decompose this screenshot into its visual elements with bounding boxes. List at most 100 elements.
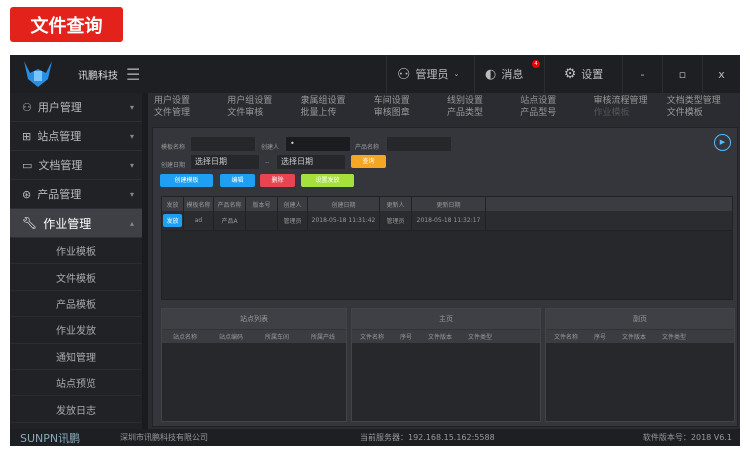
query-button[interactable]: 查询 <box>351 155 386 168</box>
chevron-down-icon: ⌄ <box>453 70 460 78</box>
app-window: 讯鹏科技 ☰ ⚇ 管理员 ⌄ ◐ 消息 4 ⚙ 设置 - ▫ x ⚇ 用户管理 ▾ ⊞ 站点管理… <box>10 55 740 446</box>
company-name: 深圳市讯鹏科技有限公司 <box>120 433 208 442</box>
cell: 发放 <box>162 211 184 230</box>
tab[interactable]: 产品类型 <box>447 107 520 119</box>
messages-button[interactable]: ◐ 消息 4 <box>474 55 544 93</box>
col-header: 文件版本 <box>622 334 647 341</box>
date-to-input[interactable]: 选择日期 <box>277 155 345 169</box>
col-header: 所属产线 <box>310 334 335 341</box>
sub-item-job-distribute[interactable]: 作业发放 <box>10 317 142 344</box>
col-header: 站点编码 <box>218 334 243 341</box>
col-header: 站点名称 <box>172 334 197 341</box>
col-header: 更新日期 <box>412 197 486 211</box>
tab[interactable]: 审核图章 <box>374 107 447 119</box>
brand-name: 讯鹏科技 <box>78 70 118 82</box>
footer-logo: SUNPN讯鹏 <box>20 431 81 445</box>
panel-title: 副页 <box>546 309 734 329</box>
product-name-label: 产品名称 <box>355 144 380 151</box>
tab[interactable]: 线别设置 <box>447 95 520 107</box>
chevron-down-icon: ▾ <box>129 102 134 112</box>
sidebar-item-documents[interactable]: ▭ 文档管理 ▾ <box>10 151 142 180</box>
play-icon[interactable]: ▶ <box>714 134 731 151</box>
user-menu[interactable]: ⚇ 管理员 ⌄ <box>386 55 474 93</box>
tab[interactable]: 文件管理 <box>154 107 227 119</box>
gear-icon: ⚙ <box>563 66 577 82</box>
col-header: 文件名称 <box>554 334 579 341</box>
tab[interactable]: 用户组设置 <box>227 95 300 107</box>
edit-button[interactable]: 编辑 <box>220 174 255 187</box>
cell: 2018-05-18 11:32:17 <box>412 211 486 230</box>
tab[interactable]: 文档类型管理 <box>667 95 740 107</box>
create-template-button[interactable]: 创建模板 <box>160 174 213 187</box>
panel-columns: 文件名称 序号 文件版本 文件类型 <box>546 329 734 343</box>
tab[interactable]: 文件审核 <box>227 107 300 119</box>
set-distribute-button[interactable]: 设置发放 <box>301 174 354 187</box>
template-name-label: 模板名称 <box>161 144 186 151</box>
tab[interactable]: 用户设置 <box>154 95 227 107</box>
tab[interactable]: 批量上传 <box>301 107 374 119</box>
chevron-down-icon: ▾ <box>129 131 134 141</box>
tab[interactable]: 文件模板 <box>667 107 740 119</box>
user-icon: ⚇ <box>397 65 411 83</box>
col-header: 文件类型 <box>662 334 687 341</box>
cell: 2018-05-18 11:31:42 <box>308 211 380 230</box>
tab-bar: 用户设置 用户组设置 隶属组设置 车间设置 线别设置 站点设置 审核流程管理 文档类型管理 文… <box>150 95 740 119</box>
sitemap-icon: ⊞ <box>22 129 32 143</box>
users-icon: ⚇ <box>22 100 32 114</box>
cell: 产品A <box>214 211 246 230</box>
col-header: 创建人 <box>278 197 308 211</box>
sub-item-notifications[interactable]: 通知管理 <box>10 344 142 370</box>
footer: SUNPN讯鹏 深圳市讯鹏科技有限公司 当前服务器：192.168.15.162… <box>10 429 740 446</box>
chevron-up-icon: ▴ <box>129 218 134 228</box>
tab[interactable]: 审核流程管理 <box>594 95 667 107</box>
version: 软件版本号：2018 V6.1 <box>642 433 732 442</box>
panel-columns: 站点名称 站点编码 所属车间 所属产线 <box>162 329 346 343</box>
tab[interactable]: 站点设置 <box>520 95 593 107</box>
sub-item-distribute-log[interactable]: 发放日志 <box>10 396 142 423</box>
distribute-row-button[interactable]: 发放 <box>163 214 182 227</box>
folder-icon: ▭ <box>22 158 33 172</box>
sidebar-item-stations[interactable]: ⊞ 站点管理 ▾ <box>10 122 142 151</box>
tab[interactable]: 产品型号 <box>520 107 593 119</box>
delete-button[interactable]: 删除 <box>260 174 295 187</box>
sidebar-scrollbar[interactable] <box>142 93 148 429</box>
sidebar-item-products[interactable]: ⊛ 产品管理 ▾ <box>10 180 142 209</box>
product-icon: ⊛ <box>22 187 32 201</box>
bell-icon: ◐ <box>485 66 497 82</box>
template-name-input[interactable] <box>191 137 255 151</box>
restore-button[interactable]: ▫ <box>662 55 702 93</box>
sub-item-file-template[interactable]: 文件模板 <box>10 264 142 291</box>
sub-page-panel: 副页 文件名称 序号 文件版本 文件类型 <box>545 308 735 422</box>
minimize-button[interactable]: - <box>622 55 662 93</box>
col-header: 序号 <box>594 334 607 341</box>
col-header: 产品名称 <box>214 197 246 211</box>
sidebar-item-jobs[interactable]: 🔧︎ 作业管理 ▴ <box>10 209 142 238</box>
table-row[interactable]: 发放 ad 产品A 管理员 2018-05-18 11:31:42 管理员 2018-05-… <box>162 211 732 231</box>
station-list-panel: 站点列表 站点名称 站点编码 所属车间 所属产线 <box>161 308 347 422</box>
creator-select[interactable]: • <box>286 137 350 151</box>
col-header: 更新人 <box>380 197 412 211</box>
col-header: 版本号 <box>246 197 278 211</box>
panel-columns: 文件名称 序号 文件版本 文件类型 <box>352 329 540 343</box>
panel-title: 主页 <box>352 309 540 329</box>
settings-button[interactable]: ⚙ 设置 <box>544 55 622 93</box>
date-from-input[interactable]: 选择日期 <box>191 155 259 169</box>
job-template-panel: 模板名称 创建人 • 产品名称 创建日期 选择日期 -- 选择日期 查询 ▶ 创… <box>152 127 738 427</box>
table-header: 发放 模板名称 产品名称 版本号 创建人 创建日期 更新人 更新日期 <box>162 197 732 211</box>
product-name-input[interactable] <box>387 137 451 151</box>
sub-item-station-preview[interactable]: 站点预览 <box>10 370 142 397</box>
close-button[interactable]: x <box>702 55 740 93</box>
tab-active[interactable]: 作业模板 <box>594 107 667 119</box>
col-header: 所属车间 <box>264 334 289 341</box>
page-badge: 文件查询 <box>10 7 123 42</box>
tab[interactable]: 隶属组设置 <box>301 95 374 107</box>
sub-item-job-template[interactable]: 作业模板 <box>10 238 142 265</box>
tab[interactable]: 车间设置 <box>374 95 447 107</box>
sub-item-product-template[interactable]: 产品模板 <box>10 291 142 318</box>
template-table: 发放 模板名称 产品名称 版本号 创建人 创建日期 更新人 更新日期 发放 ad 产品A 管理员 20… <box>161 196 733 300</box>
sidebar-item-users[interactable]: ⚇ 用户管理 ▾ <box>10 93 142 122</box>
col-header: 文件类型 <box>468 334 493 341</box>
main-page-panel: 主页 文件名称 序号 文件版本 文件类型 <box>351 308 541 422</box>
logo-icon <box>24 61 52 87</box>
menu-toggle-icon[interactable]: ☰ <box>126 65 140 84</box>
